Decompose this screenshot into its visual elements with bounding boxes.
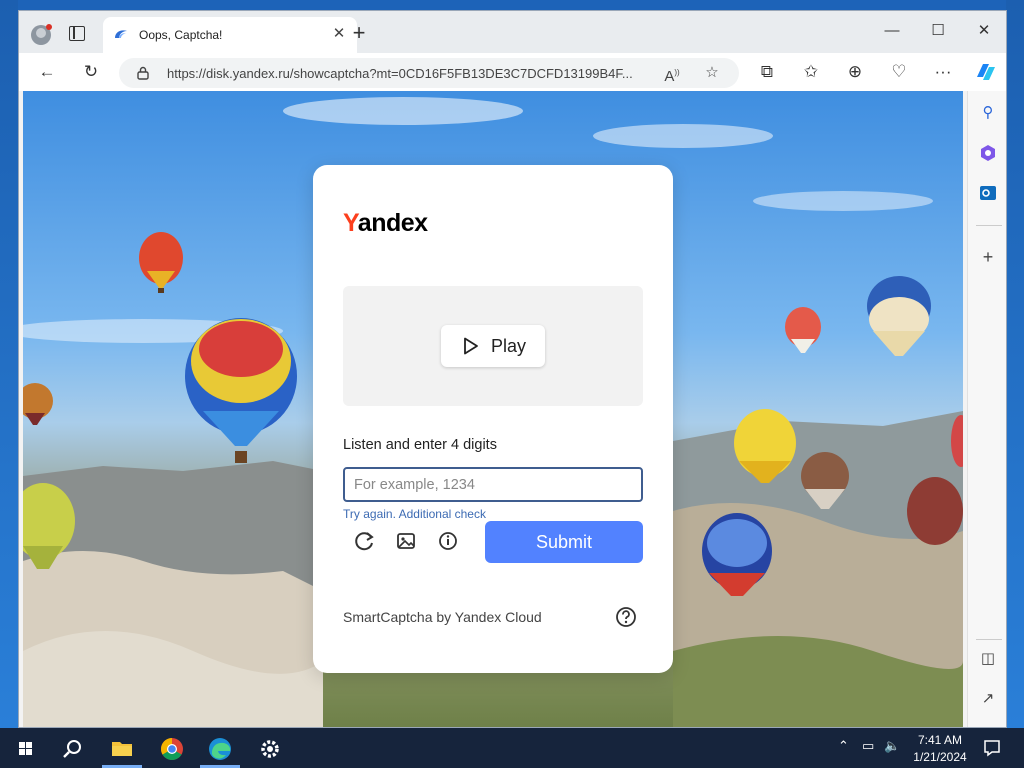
play-button[interactable]: Play: [441, 325, 545, 367]
image-captcha-icon[interactable]: [393, 528, 419, 554]
desktop-background-right: [1006, 0, 1024, 728]
windows-start-icon[interactable]: [6, 734, 46, 764]
audio-player: Play: [343, 286, 643, 406]
close-window-button[interactable]: ✕: [961, 17, 1006, 45]
browser-essentials-icon[interactable]: ♡: [885, 59, 913, 85]
network-icon[interactable]: ▭: [862, 738, 874, 768]
file-explorer-icon[interactable]: [102, 734, 142, 764]
yandex-logo: Yandex: [343, 209, 428, 237]
collections-icon[interactable]: ⊕: [841, 59, 869, 85]
address-bar[interactable]: https://disk.yandex.ru/showcaptcha?mt=0C…: [119, 58, 739, 88]
outlook-icon[interactable]: [978, 183, 998, 203]
settings-gear-icon[interactable]: [250, 734, 290, 764]
captcha-card: Yandex Play Listen and enter 4 digits Tr…: [313, 165, 673, 673]
tab-close-icon[interactable]: ✕: [329, 24, 349, 44]
more-menu-icon[interactable]: ···: [929, 59, 957, 85]
show-hidden-icons-icon[interactable]: ⌃: [838, 738, 849, 768]
open-external-icon[interactable]: ↗: [978, 689, 998, 709]
info-icon[interactable]: [435, 528, 461, 554]
notifications-icon[interactable]: [982, 738, 1002, 758]
captcha-prompt: Listen and enter 4 digits: [343, 437, 497, 453]
windows-taskbar: ⌃ ▭ 🔈 7:41 AM 1/21/2024: [0, 728, 1024, 768]
taskbar-search-icon[interactable]: [52, 734, 92, 764]
browser-window: Oops, Captcha! ✕ + — ☐ ✕ ← ↻ https://dis…: [18, 10, 1007, 728]
smartcaptcha-footer: SmartCaptcha by Yandex Cloud: [343, 609, 542, 625]
edge-icon[interactable]: [200, 734, 240, 764]
favorites-icon[interactable]: ✩: [797, 59, 825, 85]
tab-oops-captcha[interactable]: Oops, Captcha! ✕: [103, 17, 357, 53]
new-tab-button[interactable]: +: [347, 22, 371, 46]
captcha-links: Try again. Additional check: [343, 507, 486, 521]
search-icon[interactable]: ⚲: [978, 103, 998, 123]
submit-button[interactable]: Submit: [485, 521, 643, 563]
back-button[interactable]: ←: [33, 59, 61, 85]
browser-toolbar: ← ↻ https://disk.yandex.ru/showcaptcha?m…: [19, 53, 1006, 91]
lock-icon[interactable]: [137, 66, 149, 80]
page-background: Yandex Play Listen and enter 4 digits Tr…: [23, 91, 963, 727]
volume-muted-icon[interactable]: 🔈: [884, 738, 900, 768]
maximize-button[interactable]: ☐: [915, 17, 961, 45]
sidebar-separator: [976, 225, 1002, 226]
refresh-icon[interactable]: [351, 528, 377, 554]
reload-button[interactable]: ↻: [77, 59, 105, 85]
desktop-background-left: [0, 0, 18, 728]
favorite-star-icon[interactable]: ☆: [701, 62, 723, 84]
minimize-button[interactable]: —: [869, 17, 915, 45]
copilot-sidebar-icon[interactable]: [978, 143, 998, 163]
chrome-icon[interactable]: [152, 734, 192, 764]
clock-time[interactable]: 7:41 AM: [910, 733, 970, 747]
copilot-icon[interactable]: [971, 59, 999, 85]
hide-sidebar-icon[interactable]: ◫: [978, 649, 998, 669]
desktop-background-top: [0, 0, 1024, 10]
play-icon: [464, 337, 478, 355]
additional-check-link[interactable]: Additional check: [399, 507, 486, 521]
url-text[interactable]: https://disk.yandex.ru/showcaptcha?mt=0C…: [167, 66, 657, 81]
split-screen-icon[interactable]: ⧉: [753, 59, 781, 85]
sidebar-separator-bottom: [976, 639, 1002, 640]
clock-date[interactable]: 1/21/2024: [905, 750, 975, 764]
add-sidebar-icon[interactable]: +: [978, 247, 998, 267]
help-icon[interactable]: [615, 606, 637, 628]
yandex-disk-favicon-icon: [115, 30, 127, 38]
read-aloud-icon[interactable]: A)): [661, 62, 683, 85]
tab-bar: Oops, Captcha! ✕ + — ☐ ✕: [19, 11, 1006, 53]
captcha-answer-input[interactable]: [343, 467, 643, 502]
tab-title: Oops, Captcha!: [139, 28, 223, 42]
tab-actions-icon[interactable]: [69, 26, 85, 41]
edge-sidebar: ⚲ + ◫ ↗: [967, 91, 1006, 727]
play-label: Play: [491, 336, 527, 356]
profile-notification-dot: [46, 24, 52, 30]
try-again-link[interactable]: Try again.: [343, 507, 396, 521]
